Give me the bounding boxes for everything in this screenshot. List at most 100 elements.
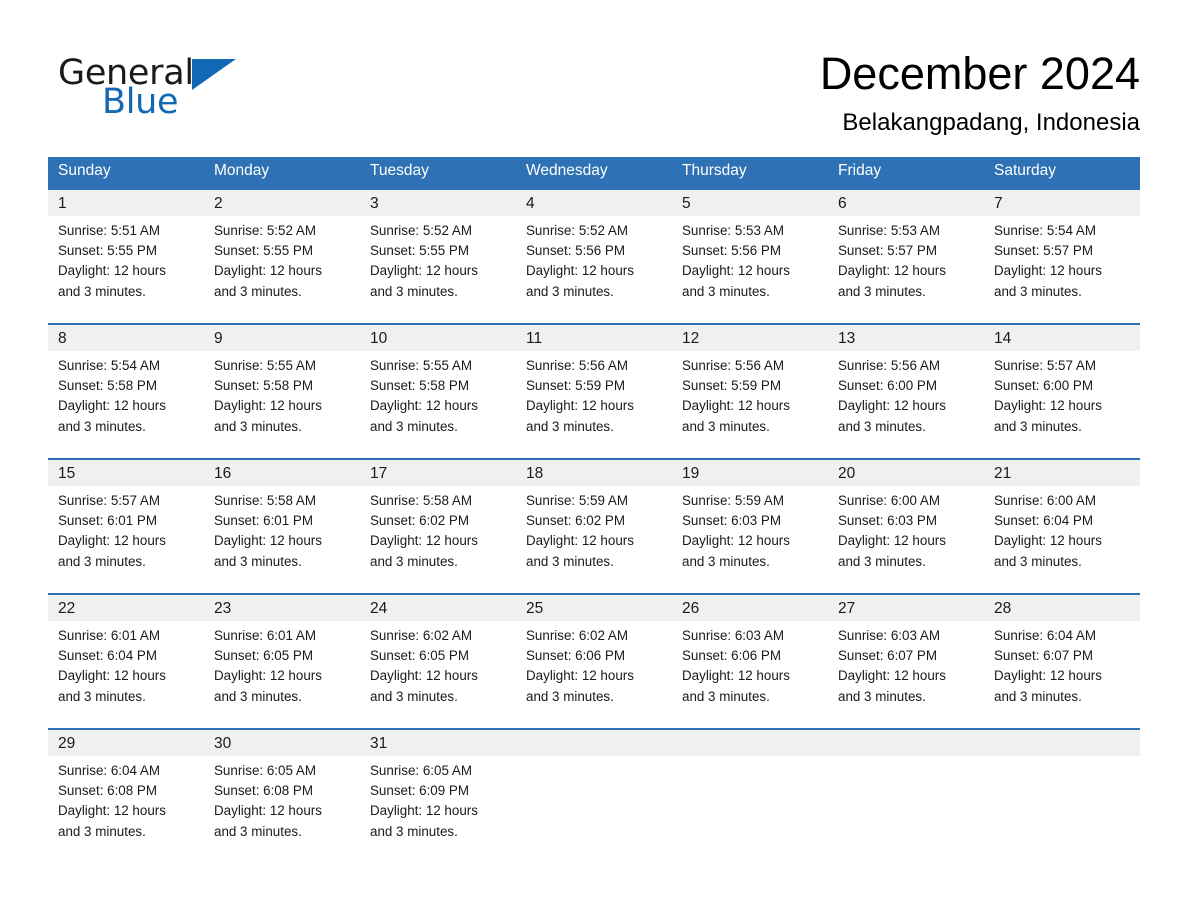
day-number[interactable]: 28 bbox=[984, 593, 1140, 621]
day-number[interactable]: 31 bbox=[360, 728, 516, 756]
day-number[interactable]: 25 bbox=[516, 593, 672, 621]
day-number[interactable]: 19 bbox=[672, 458, 828, 486]
day-number[interactable]: 12 bbox=[672, 323, 828, 351]
day-cell[interactable]: Sunrise: 5:52 AM Sunset: 5:55 PM Dayligh… bbox=[360, 216, 516, 304]
day-cell[interactable]: Sunrise: 6:05 AM Sunset: 6:09 PM Dayligh… bbox=[360, 756, 516, 844]
day-cell[interactable]: Sunrise: 6:00 AM Sunset: 6:03 PM Dayligh… bbox=[828, 486, 984, 574]
week-4-detail-row: Sunrise: 6:01 AM Sunset: 6:04 PM Dayligh… bbox=[48, 621, 1140, 709]
sunset-text: Sunset: 5:55 PM bbox=[58, 243, 157, 259]
sunset-text: Sunset: 6:08 PM bbox=[58, 783, 157, 799]
dow-header-sunday: Sunday bbox=[48, 157, 204, 189]
day-number[interactable]: 6 bbox=[828, 188, 984, 216]
day-cell[interactable]: Sunrise: 6:02 AM Sunset: 6:06 PM Dayligh… bbox=[516, 621, 672, 709]
day-cell[interactable]: Sunrise: 5:54 AM Sunset: 5:58 PM Dayligh… bbox=[48, 351, 204, 439]
daylight-text-line1: Daylight: 12 hours bbox=[58, 263, 166, 279]
day-number[interactable]: 20 bbox=[828, 458, 984, 486]
day-cell[interactable]: Sunrise: 5:55 AM Sunset: 5:58 PM Dayligh… bbox=[204, 351, 360, 439]
daylight-text-line1: Daylight: 12 hours bbox=[994, 263, 1102, 279]
day-cell[interactable]: Sunrise: 6:01 AM Sunset: 6:04 PM Dayligh… bbox=[48, 621, 204, 709]
sunset-text: Sunset: 5:56 PM bbox=[526, 243, 625, 259]
sunrise-text: Sunrise: 5:58 AM bbox=[214, 493, 316, 508]
calendar-body: 1 2 3 4 5 6 7 Sunrise: 5:51 AM Sunset: 5… bbox=[48, 188, 1140, 844]
day-number[interactable]: 8 bbox=[48, 323, 204, 351]
daylight-text-line2: and 3 minutes. bbox=[994, 418, 1082, 434]
day-number[interactable]: 1 bbox=[48, 188, 204, 216]
day-cell[interactable]: Sunrise: 6:05 AM Sunset: 6:08 PM Dayligh… bbox=[204, 756, 360, 844]
day-number[interactable]: 4 bbox=[516, 188, 672, 216]
sunrise-text: Sunrise: 6:04 AM bbox=[58, 763, 160, 778]
day-number[interactable]: 13 bbox=[828, 323, 984, 351]
day-cell[interactable]: Sunrise: 5:56 AM Sunset: 6:00 PM Dayligh… bbox=[828, 351, 984, 439]
sunset-text: Sunset: 5:59 PM bbox=[682, 378, 781, 394]
blue-triangle-icon bbox=[191, 58, 236, 90]
day-number[interactable]: 5 bbox=[672, 188, 828, 216]
page-subtitle-location: Belakangpadang, Indonesia bbox=[842, 109, 1140, 136]
day-cell[interactable]: Sunrise: 5:55 AM Sunset: 5:58 PM Dayligh… bbox=[360, 351, 516, 439]
daylight-text-line2: and 3 minutes. bbox=[214, 283, 302, 299]
day-number[interactable]: 10 bbox=[360, 323, 516, 351]
day-number[interactable]: 15 bbox=[48, 458, 204, 486]
general-blue-logo[interactable]: General Blue bbox=[58, 52, 358, 132]
day-number[interactable]: 9 bbox=[204, 323, 360, 351]
daylight-text-line2: and 3 minutes. bbox=[838, 688, 926, 704]
day-number[interactable]: 26 bbox=[672, 593, 828, 621]
sunrise-text: Sunrise: 5:55 AM bbox=[214, 358, 316, 373]
day-cell[interactable]: Sunrise: 5:58 AM Sunset: 6:01 PM Dayligh… bbox=[204, 486, 360, 574]
day-cell[interactable]: Sunrise: 6:03 AM Sunset: 6:06 PM Dayligh… bbox=[672, 621, 828, 709]
daylight-text-line2: and 3 minutes. bbox=[682, 418, 770, 434]
day-number[interactable]: 3 bbox=[360, 188, 516, 216]
day-number[interactable]: 11 bbox=[516, 323, 672, 351]
daylight-text-line2: and 3 minutes. bbox=[58, 823, 146, 839]
day-number[interactable]: 22 bbox=[48, 593, 204, 621]
sunrise-text: Sunrise: 6:03 AM bbox=[682, 628, 784, 643]
day-number[interactable]: 23 bbox=[204, 593, 360, 621]
sunrise-text: Sunrise: 5:58 AM bbox=[370, 493, 472, 508]
day-number[interactable]: 29 bbox=[48, 728, 204, 756]
day-number[interactable]: 16 bbox=[204, 458, 360, 486]
day-cell[interactable]: Sunrise: 5:56 AM Sunset: 5:59 PM Dayligh… bbox=[516, 351, 672, 439]
week-5-detail-row: Sunrise: 6:04 AM Sunset: 6:08 PM Dayligh… bbox=[48, 756, 1140, 844]
day-number[interactable]: 7 bbox=[984, 188, 1140, 216]
daylight-text-line1: Daylight: 12 hours bbox=[58, 803, 166, 819]
day-cell[interactable]: Sunrise: 5:53 AM Sunset: 5:57 PM Dayligh… bbox=[828, 216, 984, 304]
day-cell[interactable]: Sunrise: 5:58 AM Sunset: 6:02 PM Dayligh… bbox=[360, 486, 516, 574]
sunrise-text: Sunrise: 6:03 AM bbox=[838, 628, 940, 643]
day-number[interactable]: 21 bbox=[984, 458, 1140, 486]
day-cell[interactable]: Sunrise: 6:00 AM Sunset: 6:04 PM Dayligh… bbox=[984, 486, 1140, 574]
day-number[interactable]: 14 bbox=[984, 323, 1140, 351]
day-number[interactable]: 2 bbox=[204, 188, 360, 216]
day-cell[interactable]: Sunrise: 6:04 AM Sunset: 6:07 PM Dayligh… bbox=[984, 621, 1140, 709]
sunset-text: Sunset: 6:00 PM bbox=[838, 378, 937, 394]
day-cell[interactable]: Sunrise: 5:52 AM Sunset: 5:56 PM Dayligh… bbox=[516, 216, 672, 304]
sunset-text: Sunset: 5:58 PM bbox=[214, 378, 313, 394]
day-cell[interactable]: Sunrise: 5:59 AM Sunset: 6:02 PM Dayligh… bbox=[516, 486, 672, 574]
week-separator bbox=[48, 439, 1140, 459]
sunset-text: Sunset: 6:08 PM bbox=[214, 783, 313, 799]
day-cell[interactable]: Sunrise: 6:04 AM Sunset: 6:08 PM Dayligh… bbox=[48, 756, 204, 844]
daylight-text-line2: and 3 minutes. bbox=[58, 418, 146, 434]
sunset-text: Sunset: 6:02 PM bbox=[526, 513, 625, 529]
sunrise-text: Sunrise: 5:52 AM bbox=[526, 223, 628, 238]
day-cell[interactable]: Sunrise: 5:54 AM Sunset: 5:57 PM Dayligh… bbox=[984, 216, 1140, 304]
day-cell[interactable]: Sunrise: 5:59 AM Sunset: 6:03 PM Dayligh… bbox=[672, 486, 828, 574]
day-number[interactable]: 24 bbox=[360, 593, 516, 621]
day-cell[interactable]: Sunrise: 5:57 AM Sunset: 6:01 PM Dayligh… bbox=[48, 486, 204, 574]
day-cell[interactable]: Sunrise: 5:57 AM Sunset: 6:00 PM Dayligh… bbox=[984, 351, 1140, 439]
day-number-empty bbox=[516, 728, 672, 756]
day-cell[interactable]: Sunrise: 5:51 AM Sunset: 5:55 PM Dayligh… bbox=[48, 216, 204, 304]
day-number[interactable]: 30 bbox=[204, 728, 360, 756]
page-title: December 2024 bbox=[819, 48, 1140, 99]
sunset-text: Sunset: 5:58 PM bbox=[58, 378, 157, 394]
dow-header-friday: Friday bbox=[828, 157, 984, 189]
day-cell[interactable]: Sunrise: 5:56 AM Sunset: 5:59 PM Dayligh… bbox=[672, 351, 828, 439]
day-number[interactable]: 27 bbox=[828, 593, 984, 621]
day-cell[interactable]: Sunrise: 6:03 AM Sunset: 6:07 PM Dayligh… bbox=[828, 621, 984, 709]
daylight-text-line1: Daylight: 12 hours bbox=[370, 533, 478, 549]
week-1-detail-row: Sunrise: 5:51 AM Sunset: 5:55 PM Dayligh… bbox=[48, 216, 1140, 304]
day-number[interactable]: 17 bbox=[360, 458, 516, 486]
day-cell[interactable]: Sunrise: 5:53 AM Sunset: 5:56 PM Dayligh… bbox=[672, 216, 828, 304]
day-cell[interactable]: Sunrise: 6:02 AM Sunset: 6:05 PM Dayligh… bbox=[360, 621, 516, 709]
day-number[interactable]: 18 bbox=[516, 458, 672, 486]
day-cell[interactable]: Sunrise: 6:01 AM Sunset: 6:05 PM Dayligh… bbox=[204, 621, 360, 709]
day-cell[interactable]: Sunrise: 5:52 AM Sunset: 5:55 PM Dayligh… bbox=[204, 216, 360, 304]
